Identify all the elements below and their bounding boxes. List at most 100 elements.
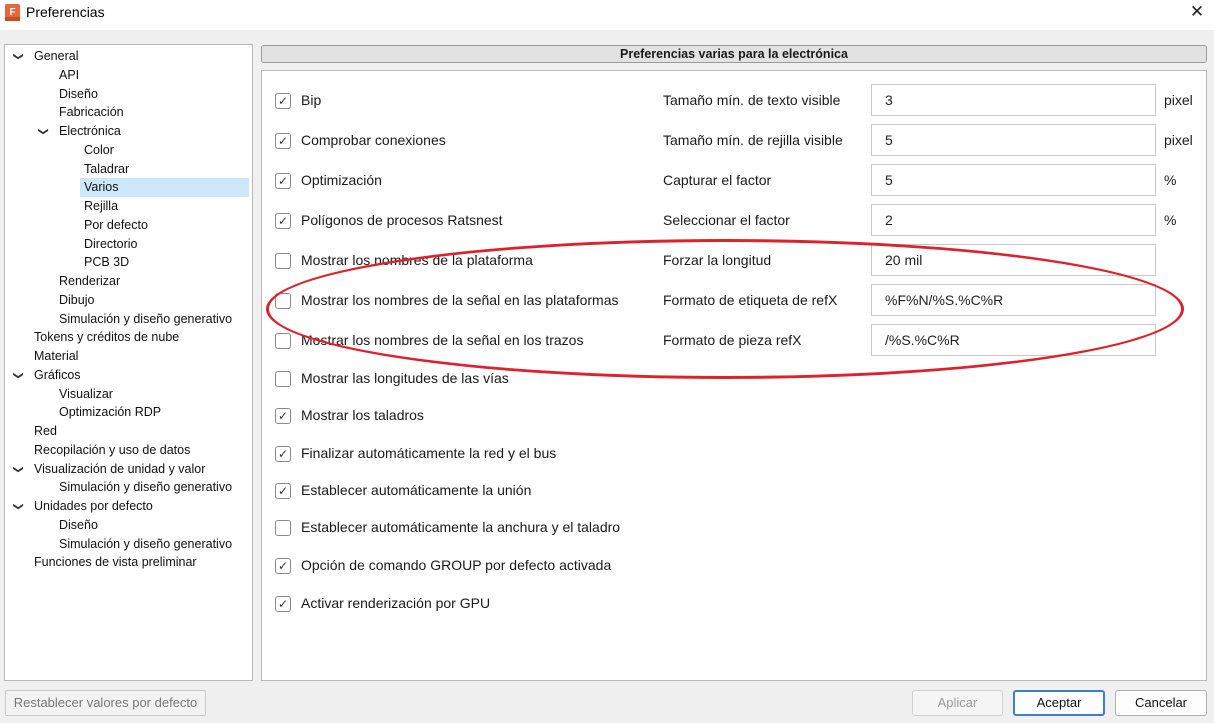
tree-item[interactable]: Optimización RDP: [55, 403, 161, 422]
unit-label: pixel: [1164, 132, 1193, 148]
field-input[interactable]: [871, 324, 1156, 356]
chevron-down-icon[interactable]: ❯: [9, 369, 28, 381]
unit-label: pixel: [1164, 92, 1193, 108]
tree-item[interactable]: Electrónica: [55, 122, 121, 141]
check-icon: ✓: [277, 409, 289, 423]
tree-item[interactable]: Funciones de vista preliminar: [30, 553, 197, 572]
chevron-down-icon[interactable]: ❯: [34, 126, 53, 138]
check-icon: ✓: [277, 447, 289, 461]
tree-item[interactable]: Gráficos: [30, 366, 81, 385]
checkbox-row[interactable]: ✓ Activar renderización por GPU: [275, 592, 665, 616]
checkbox-row[interactable]: Establecer automáticamente la anchura y …: [275, 516, 665, 540]
unchecked-checkbox[interactable]: [275, 293, 291, 309]
tree-item[interactable]: Tokens y créditos de nube: [30, 328, 179, 347]
checked-checkbox[interactable]: ✓: [275, 213, 291, 229]
checkbox-row[interactable]: ✓ Establecer automáticamente la unión: [275, 479, 665, 503]
checked-checkbox[interactable]: ✓: [275, 483, 291, 499]
check-icon: ✓: [277, 214, 289, 228]
preferences-tree: ❯ General API Diseño Fabricación ❯ Electrónica…: [4, 44, 253, 681]
checked-checkbox[interactable]: ✓: [275, 408, 291, 424]
unchecked-checkbox[interactable]: [275, 253, 291, 269]
checkbox-row[interactable]: ✓ Bip: [275, 89, 665, 113]
tree-item[interactable]: Diseño: [55, 85, 98, 104]
tree-item[interactable]: Simulación y diseño generativo: [55, 478, 232, 497]
unchecked-checkbox[interactable]: [275, 333, 291, 349]
checkbox-row[interactable]: ✓ Comprobar conexiones: [275, 129, 665, 153]
tree-item[interactable]: Fabricación: [55, 103, 124, 122]
field-input[interactable]: [871, 164, 1156, 196]
tree-item[interactable]: Rejilla: [80, 197, 118, 216]
check-icon: ✓: [277, 597, 289, 611]
checked-checkbox[interactable]: ✓: [275, 596, 291, 612]
tree-item[interactable]: Por defecto: [80, 216, 148, 235]
check-icon: ✓: [277, 174, 289, 188]
apply-button[interactable]: Aplicar: [912, 690, 1003, 716]
checkbox-row[interactable]: Mostrar los nombres de la señal en las p…: [275, 289, 665, 313]
tree-item[interactable]: Unidades por defecto: [30, 497, 153, 516]
checkbox-label: Activar renderización por GPU: [301, 595, 491, 611]
tree-item[interactable]: Material: [30, 347, 78, 366]
tree-item[interactable]: Visualización de unidad y valor: [30, 460, 205, 479]
checkbox-row[interactable]: ✓ Opción de comando GROUP por defecto act…: [275, 554, 665, 578]
tree-item[interactable]: PCB 3D: [80, 253, 129, 272]
checkbox-row[interactable]: Mostrar los nombres de la señal en los t…: [275, 329, 665, 353]
checkbox-label: Finalizar automáticamente la red y el bu…: [301, 445, 557, 461]
checkbox-label: Bip: [301, 92, 322, 108]
checkbox-row[interactable]: ✓ Mostrar los taladros: [275, 404, 665, 428]
tree-item[interactable]: General: [30, 47, 78, 66]
checked-checkbox[interactable]: ✓: [275, 173, 291, 189]
tree-item[interactable]: Varios: [80, 178, 249, 198]
tree-item[interactable]: Taladrar: [80, 160, 129, 179]
checked-checkbox[interactable]: ✓: [275, 93, 291, 109]
unchecked-checkbox[interactable]: [275, 520, 291, 536]
main-panel: ✓ Bip ✓ Comprobar conexiones ✓ Optimización ✓ P…: [261, 70, 1207, 681]
field-input[interactable]: [871, 204, 1156, 236]
title-bar: F Preferencias ✕: [0, 0, 1214, 30]
tree-item[interactable]: Recopilación y uso de datos: [30, 441, 190, 460]
reset-defaults-button[interactable]: Restablecer valores por defecto: [5, 690, 206, 716]
checkbox-label: Mostrar los nombres de la señal en las p…: [301, 292, 619, 308]
tree-item[interactable]: API: [55, 66, 79, 85]
field-label: Forzar la longitud: [663, 252, 772, 268]
field-label: Formato de etiqueta de refX: [663, 292, 838, 308]
checkbox-label: Mostrar las longitudes de las vías: [301, 370, 509, 386]
field-input[interactable]: [871, 244, 1156, 276]
checkbox-row[interactable]: Mostrar las longitudes de las vías: [275, 367, 665, 391]
checkbox-label: Optimización: [301, 172, 382, 188]
tree-item[interactable]: Red: [30, 422, 57, 441]
checkbox-row[interactable]: ✓ Finalizar automáticamente la red y el b…: [275, 442, 665, 466]
field-input[interactable]: [871, 124, 1156, 156]
chevron-down-icon[interactable]: ❯: [9, 463, 28, 475]
accept-button[interactable]: Aceptar: [1013, 690, 1105, 716]
checkbox-row[interactable]: ✓ Polígonos de procesos Ratsnest: [275, 209, 665, 233]
checked-checkbox[interactable]: ✓: [275, 446, 291, 462]
checkbox-row[interactable]: Mostrar los nombres de la plataforma: [275, 249, 665, 273]
chevron-down-icon[interactable]: ❯: [9, 51, 28, 63]
tree-item[interactable]: Directorio: [80, 235, 138, 254]
tree-item[interactable]: Simulación y diseño generativo: [55, 310, 232, 329]
tree-item[interactable]: Color: [80, 141, 114, 160]
unchecked-checkbox[interactable]: [275, 371, 291, 387]
tree-item[interactable]: Visualizar: [55, 385, 113, 404]
checkbox-row[interactable]: ✓ Optimización: [275, 169, 665, 193]
field-label: Capturar el factor: [663, 172, 772, 188]
chevron-down-icon[interactable]: ❯: [9, 501, 28, 513]
field-label: Tamaño mín. de rejilla visible: [663, 132, 843, 148]
tree-item[interactable]: Diseño: [55, 516, 98, 535]
tree-item[interactable]: Dibujo: [55, 291, 94, 310]
checked-checkbox[interactable]: ✓: [275, 133, 291, 149]
field-input[interactable]: [871, 284, 1156, 316]
check-icon: ✓: [277, 484, 289, 498]
checkbox-label: Opción de comando GROUP por defecto acti…: [301, 557, 612, 573]
tree-item[interactable]: Renderizar: [55, 272, 120, 291]
window-title: Preferencias: [26, 4, 105, 20]
check-icon: ✓: [277, 94, 289, 108]
check-icon: ✓: [277, 559, 289, 573]
field-label: Tamaño mín. de texto visible: [663, 92, 841, 108]
check-icon: ✓: [277, 134, 289, 148]
close-icon[interactable]: ✕: [1180, 0, 1214, 26]
cancel-button[interactable]: Cancelar: [1115, 690, 1207, 716]
field-input[interactable]: [871, 84, 1156, 116]
checked-checkbox[interactable]: ✓: [275, 558, 291, 574]
tree-item[interactable]: Simulación y diseño generativo: [55, 535, 232, 554]
